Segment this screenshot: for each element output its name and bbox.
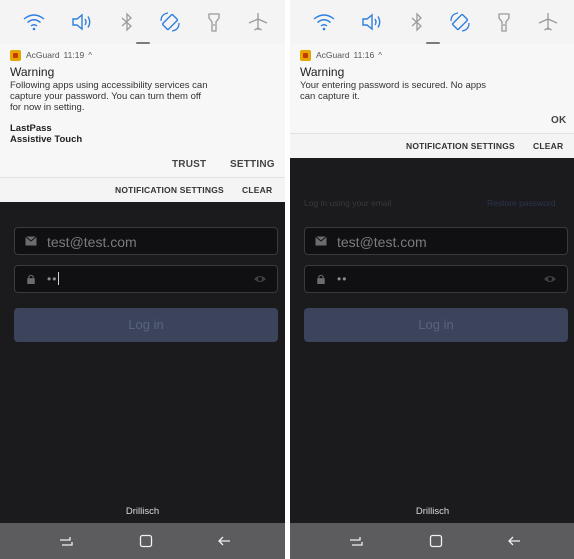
notification-body-line: Following apps using accessibility servi… (10, 80, 208, 91)
notification-header: AcGuard 11:19 ^ (10, 48, 275, 62)
restore-password-link[interactable]: Restore password (487, 198, 556, 208)
recents-icon[interactable] (348, 533, 364, 549)
secured-notification[interactable]: AcGuard 11:16 ^ Warning Your entering pa… (290, 44, 574, 133)
home-icon[interactable] (428, 533, 444, 549)
shade-footer: NOTIFICATION SETTINGS CLEAR (290, 134, 574, 158)
mail-icon (25, 236, 37, 246)
flashlight-icon[interactable] (202, 10, 226, 34)
quick-settings-row (290, 0, 574, 44)
login-button[interactable]: Log in (14, 308, 278, 342)
password-field[interactable]: •• (14, 265, 278, 293)
warning-notification[interactable]: AcGuard 11:19 ^ Warning Following apps u… (0, 44, 285, 177)
shade-footer: NOTIFICATION SETTINGS CLEAR (0, 178, 285, 202)
airplane-mode-icon[interactable] (536, 10, 560, 34)
notification-body-line: can capture it. (300, 91, 360, 102)
email-value: test@test.com (337, 234, 427, 250)
risky-app-item: Assistive Touch (10, 134, 83, 145)
bluetooth-icon[interactable] (405, 10, 429, 34)
acguard-app-icon (300, 49, 311, 61)
navigation-bar (0, 523, 285, 559)
notification-settings-button[interactable]: NOTIFICATION SETTINGS (115, 185, 224, 195)
auto-rotate-icon[interactable] (158, 10, 182, 34)
clear-button[interactable]: CLEAR (242, 185, 272, 195)
notification-actions: TRUST SETTING (10, 153, 275, 177)
password-value: •• (337, 272, 348, 286)
notification-actions: OK (300, 109, 566, 133)
notification-time: 11:19 (63, 50, 85, 60)
notification-settings-button[interactable]: NOTIFICATION SETTINGS (406, 141, 515, 151)
phone-screen-left: AcGuard 11:19 ^ Warning Following apps u… (0, 0, 285, 559)
email-field[interactable]: test@test.com (304, 227, 568, 255)
notification-app-name: AcGuard (26, 50, 60, 60)
back-icon[interactable] (506, 533, 522, 549)
login-button[interactable]: Log in (304, 308, 568, 342)
recents-icon[interactable] (58, 533, 74, 549)
trust-button[interactable]: TRUST (172, 159, 206, 170)
airplane-mode-icon[interactable] (246, 10, 270, 34)
lock-icon (27, 274, 35, 284)
wifi-icon[interactable] (312, 10, 336, 34)
password-field[interactable]: •• (304, 265, 568, 293)
notification-shade: AcGuard 11:19 ^ Warning Following apps u… (0, 0, 285, 202)
notification-body-line: Your entering password is secured. No ap… (300, 80, 487, 91)
password-mask: •• (47, 272, 58, 286)
login-hint: Log in using your email (304, 198, 392, 208)
navigation-bar (290, 523, 574, 559)
carrier-label: Drillisch (125, 506, 160, 517)
sound-icon[interactable] (360, 10, 384, 34)
show-password-icon[interactable] (543, 274, 557, 284)
notification-title: Warning (10, 65, 55, 79)
email-field[interactable]: test@test.com (14, 227, 278, 255)
flashlight-icon[interactable] (492, 10, 516, 34)
sound-icon[interactable] (70, 10, 94, 34)
phone-screen-right: AcGuard 11:16 ^ Warning Your entering pa… (290, 0, 574, 559)
notification-body: Following apps using accessibility servi… (10, 80, 275, 113)
clear-button[interactable]: CLEAR (533, 141, 563, 151)
show-password-icon[interactable] (253, 274, 267, 284)
wifi-icon[interactable] (22, 10, 46, 34)
back-icon[interactable] (216, 533, 232, 549)
notification-title: Warning (300, 65, 345, 79)
text-cursor (58, 272, 60, 285)
mail-icon (315, 236, 327, 246)
risky-apps-list: LastPass Assistive Touch (10, 123, 275, 145)
lock-icon (317, 274, 325, 284)
email-value: test@test.com (47, 234, 137, 250)
notification-body-line: for now in setting. (10, 102, 85, 113)
collapse-caret-icon[interactable]: ^ (378, 51, 382, 60)
collapse-caret-icon[interactable]: ^ (88, 51, 92, 60)
quick-settings-row (0, 0, 285, 44)
bluetooth-icon[interactable] (115, 10, 139, 34)
acguard-app-icon (10, 49, 21, 61)
notification-body-line: capture your password. You can turn them… (10, 91, 201, 102)
password-value: •• (47, 272, 60, 286)
setting-button[interactable]: SETTING (230, 159, 275, 170)
home-icon[interactable] (138, 533, 154, 549)
ok-button[interactable]: OK (551, 115, 566, 126)
notification-time: 11:16 (353, 50, 375, 60)
notification-header: AcGuard 11:16 ^ (300, 48, 565, 62)
risky-app-item: LastPass (10, 123, 52, 134)
notification-app-name: AcGuard (316, 50, 350, 60)
notification-shade: AcGuard 11:16 ^ Warning Your entering pa… (290, 0, 574, 158)
carrier-label: Drillisch (415, 506, 450, 517)
auto-rotate-icon[interactable] (448, 10, 472, 34)
notification-body: Your entering password is secured. No ap… (300, 80, 565, 102)
